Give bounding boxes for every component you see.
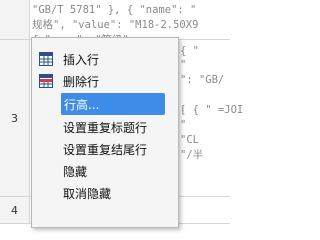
menu-item-delete-row[interactable]: 删除行	[32, 70, 178, 92]
menu-item-label: 插入行	[63, 53, 100, 67]
cell-text: ": "GB/	[180, 74, 225, 86]
menu-item-label: 取消隐藏	[63, 187, 112, 201]
insert-row-icon	[39, 52, 53, 66]
cell-text: { "	[180, 45, 199, 57]
menu-item-label: 删除行	[63, 75, 100, 89]
menu-item-row-height[interactable]: 行高...	[61, 93, 165, 115]
menu-item-label: 隐藏	[63, 165, 88, 179]
row-number: 4	[11, 203, 18, 217]
menu-item-label: 设置重复标题行	[63, 121, 148, 135]
menu-item-insert-row[interactable]: 插入行	[32, 48, 178, 70]
delete-row-icon	[39, 74, 53, 88]
table-cell[interactable]: "GB/T 5781" }, { "name": " 规格", "value":…	[30, 0, 230, 46]
cell-text: "/半	[180, 149, 204, 161]
menu-item-repeat-footer-row[interactable]: 设置重复结尾行	[32, 138, 178, 160]
menu-item-hide[interactable]: 隐藏	[32, 160, 178, 182]
menu-item-label: 行高...	[64, 98, 100, 112]
cell-text: "CL	[180, 134, 199, 146]
cell-text: [ { " =JOI	[180, 104, 244, 116]
menu-item-unhide[interactable]: 取消隐藏	[32, 182, 178, 204]
row-number: 3	[11, 111, 18, 125]
row-header[interactable]	[0, 0, 30, 40]
row-header-4[interactable]: 4	[0, 197, 30, 224]
cell-text: 规格", "value": "M18-2.50X9	[32, 19, 199, 31]
context-menu: 插入行 删除行 行高... 设置重复标题行 设置重复结尾行 隐藏 取消隐藏	[31, 37, 179, 228]
row-header-3[interactable]: 3	[0, 40, 30, 197]
cell-text: "	[180, 59, 187, 71]
menu-item-label: 设置重复结尾行	[63, 143, 148, 157]
cell-text: "	[180, 119, 187, 131]
menu-item-repeat-header-row[interactable]: 设置重复标题行	[32, 116, 178, 138]
cell-text: "GB/T 5781" }, { "name": "	[32, 4, 197, 16]
